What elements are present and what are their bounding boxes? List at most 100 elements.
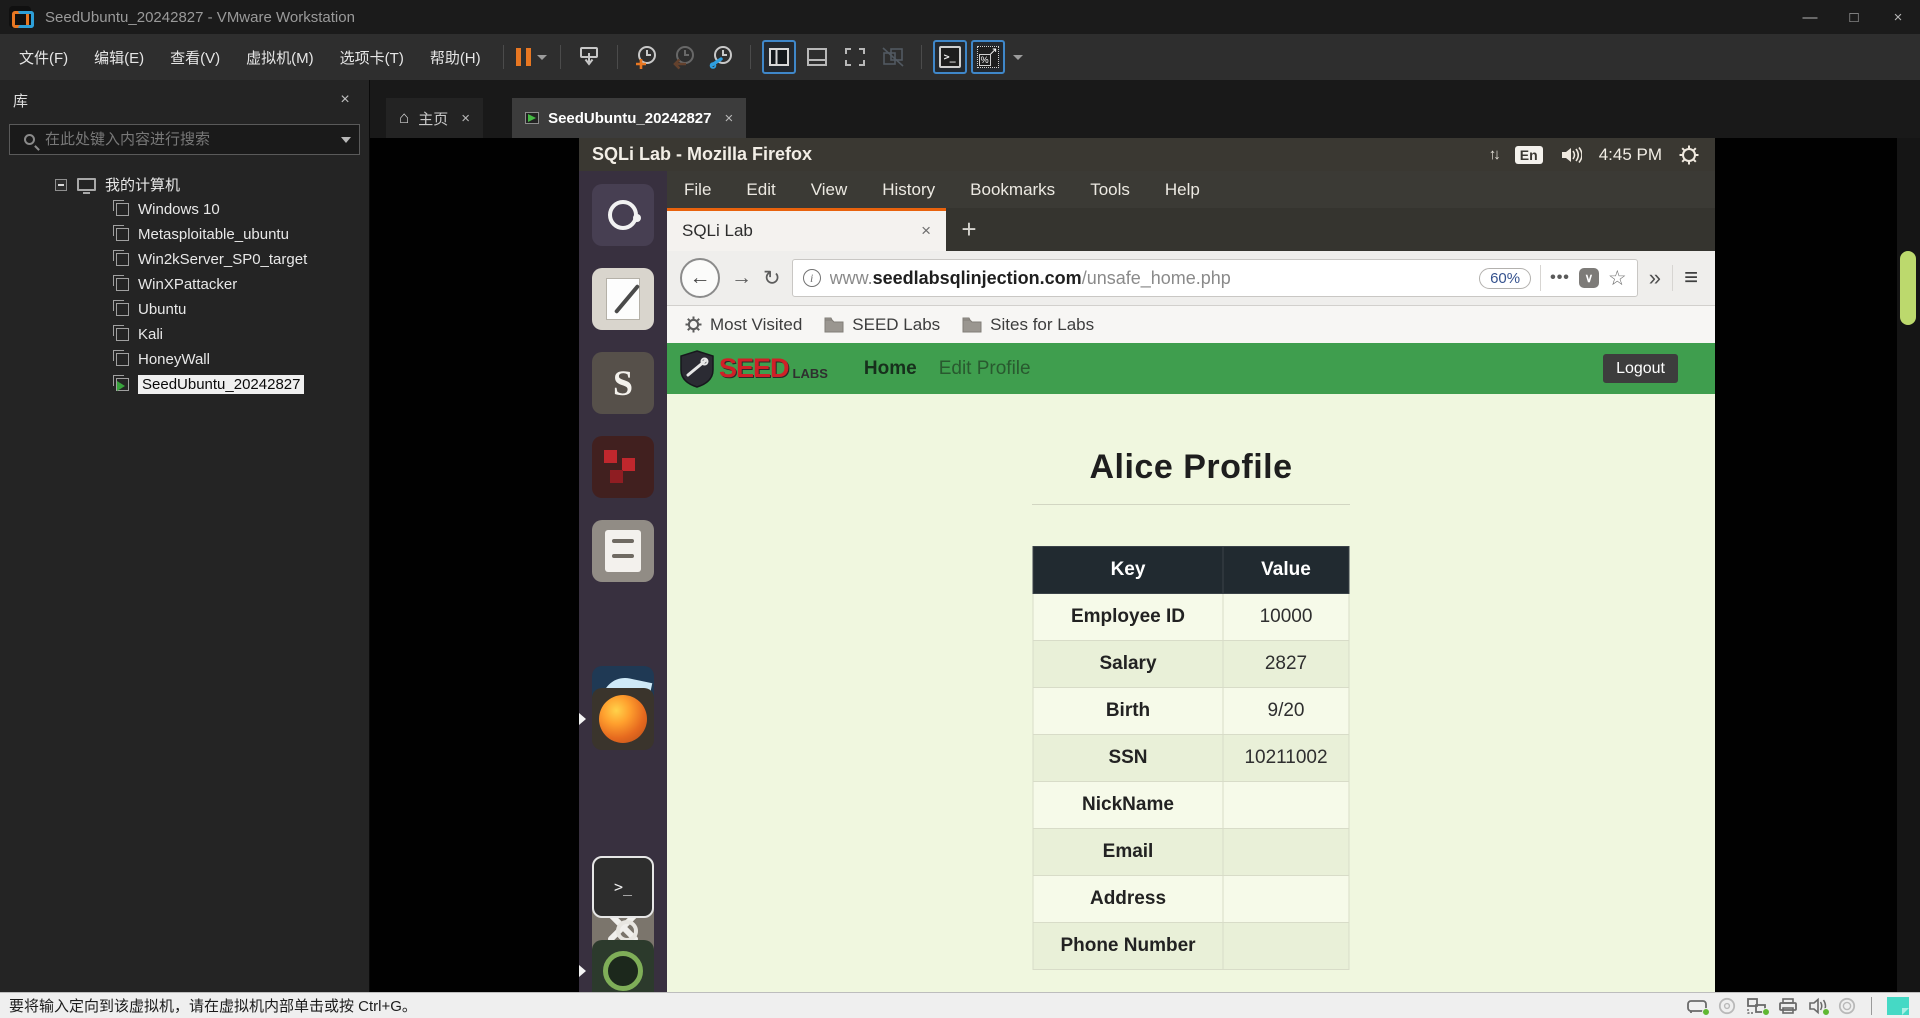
pause-vm-button[interactable]: [515, 40, 549, 74]
vmware-menu-item[interactable]: 编辑(E): [81, 42, 157, 72]
vm-list-item[interactable]: Kali: [0, 322, 369, 347]
keyboard-layout-indicator[interactable]: En: [1514, 145, 1543, 164]
bookmark-folder-sites-for-labs[interactable]: Sites for Labs: [962, 315, 1094, 335]
zoom-level-badge[interactable]: 60%: [1479, 267, 1532, 289]
vmware-menu-item[interactable]: 查看(V): [157, 42, 233, 72]
vmware-menubar: 文件(F) 编辑(E) 查看(V) 虚拟机(M) 选项卡(T) 帮助(H) >_…: [0, 34, 1920, 80]
vmware-menu-item[interactable]: 虚拟机(M): [233, 42, 327, 72]
row-key-cell: SSN: [1032, 734, 1224, 782]
unity-mode-button[interactable]: [876, 40, 910, 74]
tab-close-icon[interactable]: ×: [921, 221, 931, 241]
tab-home[interactable]: ⌂ 主页 ×: [386, 98, 484, 138]
volume-icon[interactable]: [1560, 145, 1582, 165]
close-button[interactable]: ×: [1876, 0, 1920, 34]
vmware-menu-item[interactable]: 选项卡(T): [327, 42, 417, 72]
console-layout-icon: [806, 48, 827, 66]
vm-list-item-selected[interactable]: SeedUbuntu_20242827: [0, 372, 369, 397]
maximize-button[interactable]: □: [1832, 0, 1876, 34]
firefox-menu-item[interactable]: Tools: [1090, 180, 1130, 200]
tab-vm-active[interactable]: SeedUbuntu_20242827 ×: [512, 98, 747, 138]
vm-list-item[interactable]: HoneyWall: [0, 347, 369, 372]
console-view-button[interactable]: [800, 40, 834, 74]
vm-scrollbar-thumb[interactable]: [1900, 251, 1916, 325]
launcher-dash-home-icon[interactable]: [592, 184, 654, 246]
take-snapshot-button[interactable]: [629, 40, 663, 74]
chevron-down-icon[interactable]: [1012, 54, 1023, 60]
vmware-menu-item[interactable]: 帮助(H): [417, 42, 494, 72]
new-tab-button[interactable]: +: [946, 208, 992, 251]
launcher-firefox-icon[interactable]: [592, 688, 654, 750]
tree-item-my-computer[interactable]: 我的计算机: [0, 172, 369, 197]
nav-link-home[interactable]: Home: [864, 358, 917, 380]
vmware-menu-item[interactable]: 文件(F): [6, 42, 81, 72]
url-bar[interactable]: i www.seedlabsqlinjection.com/unsafe_hom…: [791, 259, 1638, 297]
firefox-menu-item[interactable]: History: [882, 180, 935, 200]
launcher-terminal-icon[interactable]: >_: [592, 856, 654, 918]
bookmark-most-visited[interactable]: Most Visited: [685, 315, 802, 335]
search-input[interactable]: [45, 131, 341, 148]
hamburger-menu-icon[interactable]: ≡: [1684, 264, 1698, 292]
firefox-menu-item[interactable]: Help: [1165, 180, 1200, 200]
manage-snapshots-button[interactable]: [705, 40, 739, 74]
vm-icon: [113, 250, 129, 266]
show-library-toggle[interactable]: [761, 40, 796, 74]
launcher-file-cabinet-icon[interactable]: [592, 520, 654, 582]
column-header-value: Value: [1222, 546, 1350, 594]
toolbar-overflow-icon[interactable]: »: [1649, 265, 1661, 291]
bookmark-star-icon[interactable]: ☆: [1608, 266, 1627, 291]
network-updown-icon[interactable]: ↑↓: [1489, 146, 1501, 163]
printer-device-icon[interactable]: [1778, 997, 1798, 1015]
launcher-text-editor-icon[interactable]: [592, 268, 654, 330]
vm-list-item[interactable]: Ubuntu: [0, 297, 369, 322]
fullscreen-button[interactable]: [838, 40, 872, 74]
vm-screen[interactable]: SQLi Lab - Mozilla Firefox ↑↓ En 4:45 PM: [579, 138, 1715, 992]
open-terminal-button[interactable]: >_: [932, 40, 967, 74]
row-key-cell: Email: [1032, 828, 1224, 876]
hard-disk-device-icon[interactable]: [1686, 997, 1710, 1016]
snapshot-revert-icon: [672, 46, 694, 70]
tab-close-icon[interactable]: ×: [724, 110, 733, 127]
firefox-tab-active[interactable]: SQLi Lab ×: [667, 208, 946, 251]
vm-list-item[interactable]: WinXPattacker: [0, 272, 369, 297]
logout-button[interactable]: Logout: [1603, 354, 1678, 383]
vm-list-item[interactable]: Windows 10: [0, 197, 369, 222]
sound-device-icon[interactable]: [1808, 997, 1830, 1016]
page-actions-icon[interactable]: •••: [1550, 269, 1570, 287]
clock[interactable]: 4:45 PM: [1599, 145, 1662, 165]
launcher-green-app-icon[interactable]: [592, 940, 654, 992]
tab-close-icon[interactable]: ×: [461, 110, 470, 127]
firefox-menu-item[interactable]: Edit: [746, 180, 775, 200]
search-filter-caret-icon[interactable]: [341, 136, 351, 143]
launcher-s-app-icon[interactable]: S: [592, 352, 654, 414]
site-info-icon[interactable]: i: [802, 269, 821, 287]
free-stretch-button[interactable]: ↗%: [970, 40, 1005, 74]
bookmark-folder-seed-labs[interactable]: SEED Labs: [824, 315, 940, 335]
vm-list-item[interactable]: Win2kServer_SP0_target: [0, 247, 369, 272]
reload-button[interactable]: ↻: [763, 266, 781, 291]
forward-button[interactable]: →: [731, 266, 752, 290]
launcher-red-app-icon[interactable]: [592, 436, 654, 498]
firefox-menu-item[interactable]: Bookmarks: [970, 180, 1055, 200]
gear-icon[interactable]: [1679, 145, 1699, 165]
back-button[interactable]: ←: [680, 258, 720, 298]
library-close-button[interactable]: ×: [334, 91, 356, 109]
pocket-icon[interactable]: ∨: [1578, 268, 1599, 288]
usb-device-icon[interactable]: [1838, 997, 1856, 1015]
nav-link-edit-profile[interactable]: Edit Profile: [939, 358, 1031, 380]
revert-snapshot-button[interactable]: [667, 40, 701, 74]
firefox-menu-item[interactable]: View: [811, 180, 848, 200]
cd-rom-device-icon[interactable]: [1718, 997, 1736, 1015]
message-note-icon[interactable]: [1887, 996, 1909, 1015]
minimize-button[interactable]: —: [1788, 0, 1832, 34]
vm-list-item[interactable]: Metasploitable_ubuntu: [0, 222, 369, 247]
vm-scrollbar-track[interactable]: [1897, 138, 1920, 992]
seedlabs-logo[interactable]: SEED LABS: [679, 349, 828, 388]
vmware-menu-items: 文件(F) 编辑(E) 查看(V) 虚拟机(M) 选项卡(T) 帮助(H): [6, 42, 494, 72]
send-ctrl-alt-del-button[interactable]: [572, 40, 606, 74]
firefox-menu-item[interactable]: File: [684, 180, 711, 200]
library-search-box[interactable]: [9, 124, 360, 155]
network-adapter-icon[interactable]: [1746, 997, 1770, 1016]
snapshot-clock-plus-icon: [635, 46, 656, 69]
collapse-expander-icon[interactable]: [55, 178, 67, 191]
column-header-key: Key: [1032, 546, 1224, 594]
